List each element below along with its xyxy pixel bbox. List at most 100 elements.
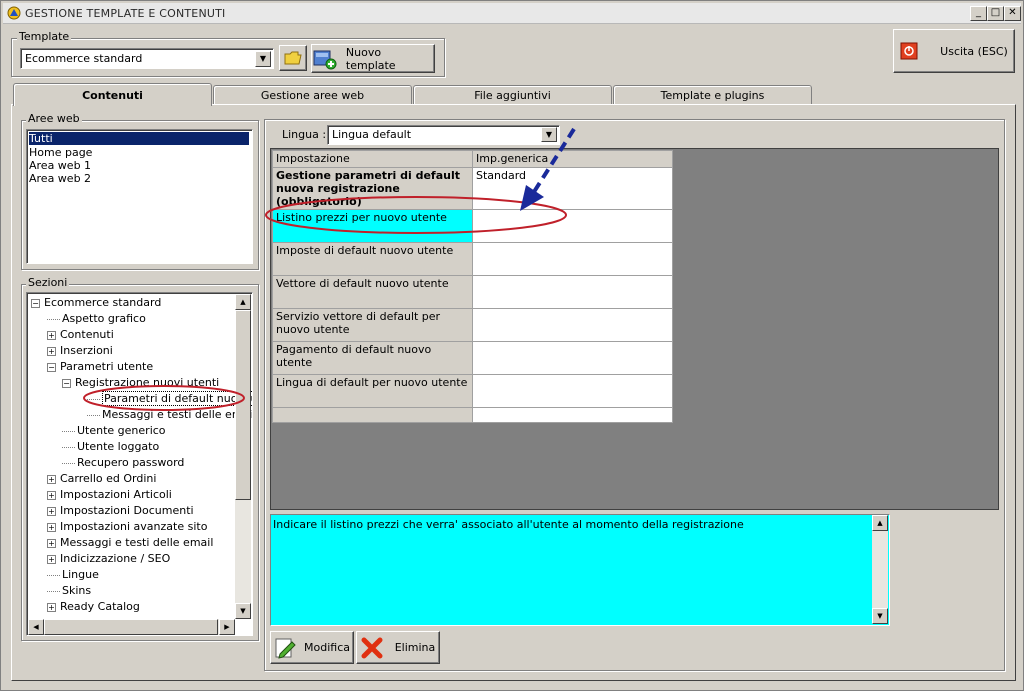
tree-connector: [47, 311, 60, 320]
tree-item-label: Utente generico: [77, 424, 166, 437]
setting-value[interactable]: [472, 374, 673, 408]
setting-value[interactable]: [472, 275, 673, 309]
table-row[interactable]: Servizio vettore di default per nuovo ut…: [272, 308, 673, 342]
scroll-up-icon[interactable]: ▲: [235, 294, 251, 310]
expand-icon[interactable]: +: [47, 602, 56, 612]
tree-item[interactable]: + Ready Catalog: [47, 599, 140, 615]
list-item[interactable]: Area web 2: [29, 172, 91, 185]
tree-item[interactable]: + Impostazioni Articoli: [47, 487, 172, 503]
setting-label[interactable]: Vettore di default nuovo utente: [272, 275, 473, 309]
tree-item[interactable]: + Indicizzazione / SEO: [47, 551, 170, 567]
setting-label[interactable]: Servizio vettore di default per nuovo ut…: [272, 308, 473, 342]
setting-value[interactable]: [472, 242, 673, 276]
template-select[interactable]: Ecommerce standard ▼: [20, 48, 274, 69]
hscroll-thumb[interactable]: [44, 619, 218, 635]
list-item[interactable]: Tutti: [29, 132, 249, 145]
grid-header-impostazione[interactable]: Impostazione: [272, 150, 473, 168]
tree-item[interactable]: + Contenuti: [47, 327, 114, 343]
tree-connector: [62, 439, 75, 448]
description-box[interactable]: Indicare il listino prezzi che verra' as…: [270, 514, 890, 626]
tab-gestione-aree-web[interactable]: Gestione aree web: [213, 85, 412, 104]
close-button[interactable]: ✕: [1004, 6, 1021, 21]
collapse-icon[interactable]: −: [31, 298, 40, 308]
list-item[interactable]: Area web 1: [29, 159, 91, 172]
aree-web-list[interactable]: Tutti Home page Area web 1 Area web 2: [26, 129, 253, 264]
expand-icon[interactable]: +: [47, 522, 56, 532]
setting-label[interactable]: Pagamento di default nuovo utente: [272, 341, 473, 375]
tree-item[interactable]: − Ecommerce standard: [31, 295, 161, 311]
tree-item[interactable]: Skins: [47, 583, 91, 599]
folder-icon: [284, 51, 302, 65]
tree-item[interactable]: Lingue: [47, 567, 99, 583]
modifica-button[interactable]: Modifica: [270, 631, 354, 664]
tree-hscrollbar[interactable]: ◀ ▶: [28, 619, 235, 635]
elimina-label: Elimina: [394, 641, 436, 654]
sezioni-tree[interactable]: − Ecommerce standard Aspetto grafico + Conte…: [26, 292, 253, 636]
expand-icon[interactable]: +: [47, 346, 56, 356]
new-template-button[interactable]: Nuovo template: [311, 44, 435, 73]
tree-item-label: Parametri utente: [60, 360, 154, 373]
expand-icon[interactable]: +: [47, 474, 56, 484]
tree-item[interactable]: − Parametri utente: [47, 359, 153, 375]
edit-icon: [275, 638, 296, 659]
lingua-select-value: Lingua default: [332, 128, 412, 141]
tree-item-label: Ecommerce standard: [44, 296, 162, 309]
app-icon: [7, 6, 21, 20]
collapse-icon[interactable]: −: [47, 362, 56, 372]
tab-contenuti[interactable]: Contenuti: [13, 83, 212, 106]
collapse-icon[interactable]: −: [62, 378, 71, 388]
setting-value[interactable]: [472, 407, 673, 423]
scroll-down-icon[interactable]: ▼: [872, 608, 888, 624]
expand-icon[interactable]: +: [47, 330, 56, 340]
tree-item[interactable]: Utente generico: [62, 423, 166, 439]
scroll-down-icon[interactable]: ▼: [235, 603, 251, 619]
table-row[interactable]: Vettore di default nuovo utente: [272, 275, 673, 309]
open-folder-button[interactable]: [279, 45, 307, 71]
list-item[interactable]: Home page: [29, 146, 92, 159]
maximize-button[interactable]: □: [987, 6, 1004, 21]
tree-vscrollbar[interactable]: ▲ ▼: [235, 294, 251, 619]
setting-label[interactable]: Imposte di default nuovo utente: [272, 242, 473, 276]
table-row[interactable]: Pagamento di default nuovo utente: [272, 341, 673, 375]
expand-icon[interactable]: +: [47, 554, 56, 564]
description-scrollbar[interactable]: ▲ ▼: [872, 515, 888, 624]
tree-item[interactable]: + Carrello ed Ordini: [47, 471, 156, 487]
tree-item[interactable]: + Messaggi e testi delle email: [47, 535, 213, 551]
exit-button[interactable]: Uscita (ESC): [893, 29, 1015, 73]
setting-label[interactable]: [272, 407, 473, 423]
table-row[interactable]: [272, 407, 673, 423]
setting-label[interactable]: Lingua di default per nuovo utente: [272, 374, 473, 408]
tree-item[interactable]: + Inserzioni: [47, 343, 113, 359]
setting-value[interactable]: [472, 341, 673, 375]
expand-icon[interactable]: +: [47, 538, 56, 548]
scroll-right-icon[interactable]: ▶: [219, 619, 235, 635]
tree-connector: [47, 567, 60, 576]
description-text: Indicare il listino prezzi che verra' as…: [273, 518, 744, 531]
tab-file-aggiuntivi[interactable]: File aggiuntivi: [413, 85, 612, 104]
tree-item-label: Messaggi e testi delle email: [60, 536, 214, 549]
tree-item[interactable]: Recupero password: [62, 455, 184, 471]
tab-template-plugins[interactable]: Template e plugins: [613, 85, 812, 104]
chevron-down-icon[interactable]: ▼: [255, 51, 271, 67]
tree-item[interactable]: Aspetto grafico: [47, 311, 146, 327]
table-row[interactable]: Lingua di default per nuovo utente: [272, 374, 673, 408]
annotation-ellipse-tree: [83, 385, 245, 411]
expand-icon[interactable]: +: [47, 490, 56, 500]
elimina-button[interactable]: Elimina: [356, 631, 440, 664]
aree-web-label: Aree web: [26, 112, 82, 125]
tree-item[interactable]: + Impostazioni Documenti: [47, 503, 194, 519]
tree-item-label: Impostazioni avanzate sito: [60, 520, 208, 533]
sezioni-label: Sezioni: [26, 276, 70, 289]
expand-icon[interactable]: +: [47, 506, 56, 516]
tree-item[interactable]: + Impostazioni avanzate sito: [47, 519, 207, 535]
tree-item[interactable]: Utente loggato: [62, 439, 159, 455]
scroll-up-icon[interactable]: ▲: [872, 515, 888, 531]
scroll-left-icon[interactable]: ◀: [28, 619, 44, 635]
tree-connector: [47, 583, 60, 592]
minimize-button[interactable]: _: [970, 6, 987, 21]
annotation-arrow-icon: [520, 127, 576, 211]
setting-value[interactable]: [472, 308, 673, 342]
table-row[interactable]: Imposte di default nuovo utente: [272, 242, 673, 276]
power-icon: [900, 42, 918, 60]
tree-connector: [62, 455, 75, 464]
